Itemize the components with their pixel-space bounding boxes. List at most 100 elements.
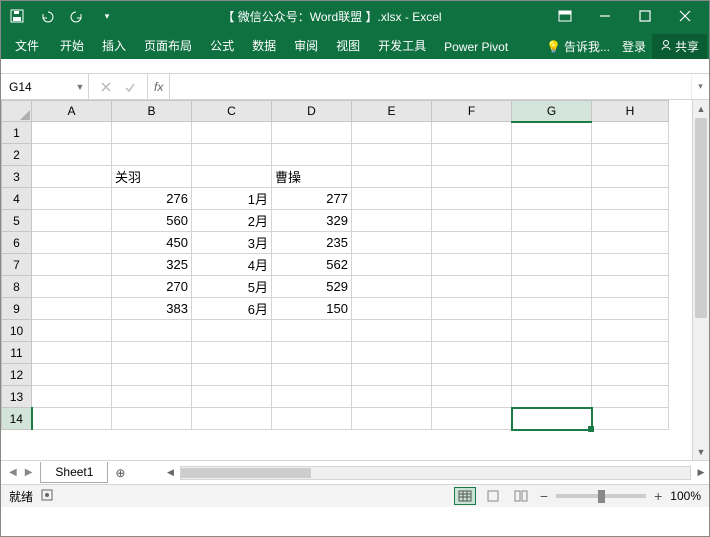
cell-H8[interactable] [592,276,669,298]
sheet-tab-1[interactable]: Sheet1 [40,462,108,483]
cell-F3[interactable] [432,166,512,188]
cell-E7[interactable] [352,254,432,276]
sheet-nav[interactable]: ◀▶ [1,467,40,478]
page-break-view-icon[interactable] [510,487,532,505]
cell-A10[interactable] [32,320,112,342]
cell-E9[interactable] [352,298,432,320]
cell-C1[interactable] [192,122,272,144]
cell-C13[interactable] [192,386,272,408]
cell-G5[interactable] [512,210,592,232]
cell-G11[interactable] [512,342,592,364]
cell-E5[interactable] [352,210,432,232]
cell-F2[interactable] [432,144,512,166]
vertical-scrollbar[interactable]: ▲ ▼ [692,100,709,460]
col-header-A[interactable]: A [32,101,112,122]
cell-H13[interactable] [592,386,669,408]
cell-F5[interactable] [432,210,512,232]
cell-F9[interactable] [432,298,512,320]
cell-B13[interactable] [112,386,192,408]
col-header-C[interactable]: C [192,101,272,122]
sheet-next-icon[interactable]: ▶ [23,467,35,478]
col-header-E[interactable]: E [352,101,432,122]
tab-developer[interactable]: 开发工具 [369,33,435,59]
cell-D2[interactable] [272,144,352,166]
row-header-5[interactable]: 5 [2,210,32,232]
col-header-B[interactable]: B [112,101,192,122]
cell-C6[interactable]: 3月 [192,232,272,254]
redo-icon[interactable] [67,6,87,26]
cell-D5[interactable]: 329 [272,210,352,232]
cell-E2[interactable] [352,144,432,166]
cell-A4[interactable] [32,188,112,210]
cell-B9[interactable]: 383 [112,298,192,320]
macro-record-icon[interactable] [41,489,53,504]
cell-D8[interactable]: 529 [272,276,352,298]
col-header-G[interactable]: G [512,101,592,122]
undo-icon[interactable] [37,6,57,26]
row-header-8[interactable]: 8 [2,276,32,298]
qat-dropdown-icon[interactable]: ▾ [97,6,117,26]
cell-B3[interactable]: 关羽 [112,166,192,188]
row-header-3[interactable]: 3 [2,166,32,188]
col-header-D[interactable]: D [272,101,352,122]
cell-A3[interactable] [32,166,112,188]
cell-C2[interactable] [192,144,272,166]
formula-expand-icon[interactable]: ▾ [691,74,709,99]
cell-D7[interactable]: 562 [272,254,352,276]
cell-D10[interactable] [272,320,352,342]
cell-C8[interactable]: 5月 [192,276,272,298]
scroll-right-icon[interactable]: ▶ [693,467,709,478]
cell-B8[interactable]: 270 [112,276,192,298]
cell-C5[interactable]: 2月 [192,210,272,232]
cell-D11[interactable] [272,342,352,364]
tab-home[interactable]: 开始 [51,33,93,59]
select-all-cell[interactable] [2,101,32,122]
row-header-13[interactable]: 13 [2,386,32,408]
row-header-9[interactable]: 9 [2,298,32,320]
cell-G12[interactable] [512,364,592,386]
cell-A14[interactable] [32,408,112,430]
name-box[interactable]: G14 ▼ [1,74,89,99]
cell-F13[interactable] [432,386,512,408]
cell-D14[interactable] [272,408,352,430]
cell-E10[interactable] [352,320,432,342]
cell-A2[interactable] [32,144,112,166]
cell-F14[interactable] [432,408,512,430]
cell-H3[interactable] [592,166,669,188]
zoom-thumb[interactable] [598,490,605,503]
cell-F12[interactable] [432,364,512,386]
row-header-4[interactable]: 4 [2,188,32,210]
cell-H14[interactable] [592,408,669,430]
cell-B10[interactable] [112,320,192,342]
share-button[interactable]: 共享 [652,34,707,59]
cell-G3[interactable] [512,166,592,188]
zoom-out-button[interactable]: − [538,488,550,504]
cell-C7[interactable]: 4月 [192,254,272,276]
cell-H11[interactable] [592,342,669,364]
zoom-slider[interactable]: − + [538,488,664,504]
cell-B12[interactable] [112,364,192,386]
cell-F1[interactable] [432,122,512,144]
cell-H6[interactable] [592,232,669,254]
tab-powerpivot[interactable]: Power Pivot [435,36,517,59]
cell-H4[interactable] [592,188,669,210]
row-header-14[interactable]: 14 [2,408,32,430]
tab-layout[interactable]: 页面布局 [135,33,201,59]
cell-C10[interactable] [192,320,272,342]
fx-icon[interactable]: fx [147,74,169,99]
cell-G9[interactable] [512,298,592,320]
minimize-button[interactable] [587,3,623,29]
cell-H1[interactable] [592,122,669,144]
row-header-10[interactable]: 10 [2,320,32,342]
cell-G4[interactable] [512,188,592,210]
zoom-percent[interactable]: 100% [670,489,701,503]
cell-H2[interactable] [592,144,669,166]
cell-G1[interactable] [512,122,592,144]
cell-D4[interactable]: 277 [272,188,352,210]
cell-B1[interactable] [112,122,192,144]
cell-A1[interactable] [32,122,112,144]
cell-F4[interactable] [432,188,512,210]
col-header-F[interactable]: F [432,101,512,122]
zoom-track[interactable] [556,494,646,498]
cell-C14[interactable] [192,408,272,430]
